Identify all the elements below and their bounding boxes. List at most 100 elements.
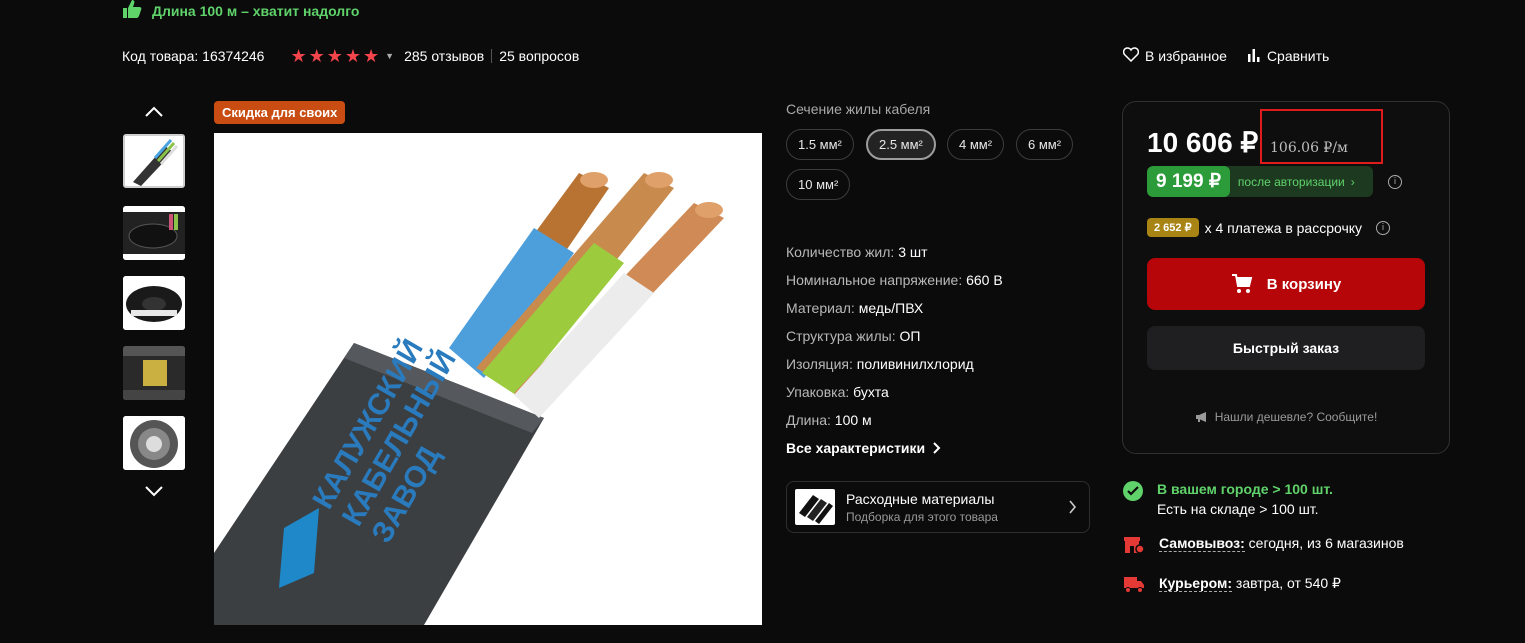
char-value: 3 шт bbox=[898, 244, 928, 260]
found-cheaper-label: Нашли дешевле? Сообщите! bbox=[1214, 410, 1378, 424]
consumables-title: Расходные материалы bbox=[846, 490, 995, 507]
main-price: 10 606 ₽ bbox=[1147, 127, 1259, 158]
product-actions: В избранное Сравнить bbox=[1122, 44, 1329, 68]
char-row: Структура жилы: ОП bbox=[786, 322, 1003, 350]
thumbnail-1[interactable] bbox=[123, 134, 185, 188]
stock-city: В вашем городе > 100 шт. bbox=[1157, 481, 1333, 497]
char-key: Длина: bbox=[786, 412, 831, 428]
characteristics-list: Количество жил: 3 шт Номинальное напряже… bbox=[786, 238, 1003, 434]
product-code: 16374246 bbox=[202, 48, 265, 64]
heart-icon bbox=[1122, 47, 1140, 65]
thumbs-up-arrow[interactable] bbox=[141, 102, 167, 122]
all-characteristics-link[interactable]: Все характеристики bbox=[786, 440, 941, 456]
char-value: бухта bbox=[853, 384, 889, 400]
installment-text: х 4 платежа в рассрочку bbox=[1204, 219, 1363, 236]
pickup-link[interactable]: Самовывоз: bbox=[1159, 535, 1245, 552]
consumables-card[interactable]: Расходные материалы Подборка для этого т… bbox=[786, 481, 1090, 533]
product-info-row: Код товара: 16374246 ★ ★ ★ ★ ★ ▼ 285 отз… bbox=[122, 44, 579, 68]
all-characteristics-label: Все характеристики bbox=[786, 440, 926, 456]
size-option-1-5[interactable]: 1.5 мм² bbox=[786, 129, 854, 160]
check-circle-icon bbox=[1123, 481, 1143, 501]
char-value: 100 м bbox=[834, 412, 872, 428]
thumbnail-2[interactable] bbox=[123, 206, 185, 260]
char-key: Структура жилы: bbox=[786, 328, 896, 344]
chevron-down-icon bbox=[145, 486, 163, 497]
cart-icon bbox=[1231, 274, 1253, 293]
truck-icon bbox=[1124, 577, 1144, 593]
questions-link[interactable]: 25 вопросов bbox=[499, 48, 579, 64]
compare-button[interactable]: Сравнить bbox=[1247, 48, 1329, 65]
char-row: Номинальное напряжение: 660 В bbox=[786, 266, 1003, 294]
star-icon: ★ bbox=[363, 46, 380, 66]
star-icon: ★ bbox=[326, 46, 343, 66]
rating-stars[interactable]: ★ ★ ★ ★ ★ bbox=[290, 47, 379, 65]
consumables-thumbnail bbox=[795, 489, 835, 525]
info-icon[interactable]: i bbox=[1388, 175, 1402, 189]
courier-link[interactable]: Курьером: bbox=[1159, 575, 1233, 592]
size-option-4[interactable]: 4 мм² bbox=[947, 129, 1005, 160]
size-option-6[interactable]: 6 мм² bbox=[1016, 129, 1074, 160]
info-icon[interactable]: i bbox=[1376, 220, 1391, 235]
pickup-info: Самовывоз: сегодня, из 6 магазинов bbox=[1123, 535, 1404, 555]
add-to-cart-button[interactable]: В корзину bbox=[1147, 258, 1425, 310]
favorite-label: В избранное bbox=[1145, 48, 1227, 64]
installment-row: 2 652 ₽ х 4 платежа в рассрочку i bbox=[1147, 218, 1391, 237]
char-row: Длина: 100 м bbox=[786, 406, 1003, 434]
thumbnail-5[interactable] bbox=[123, 416, 185, 470]
product-main-image[interactable]: КАЛУЖСКИЙ КАБЕЛЬНЫЙ ЗАВОД bbox=[214, 133, 762, 625]
thumbnail-4[interactable] bbox=[123, 346, 185, 400]
pickup-text: сегодня, из 6 магазинов bbox=[1248, 535, 1404, 551]
auth-price: 9 199 ₽ bbox=[1147, 166, 1230, 197]
thumbnail-3[interactable] bbox=[123, 276, 185, 330]
compare-icon bbox=[1247, 48, 1261, 65]
char-key: Количество жил: bbox=[786, 244, 895, 260]
length-banner: Длина 100 м – хватит надолго bbox=[122, 0, 359, 22]
size-option-2-5[interactable]: 2.5 мм² bbox=[866, 129, 936, 160]
char-value: поливинилхлорид bbox=[856, 356, 974, 372]
favorite-button[interactable]: В избранное bbox=[1122, 47, 1227, 65]
char-key: Изоляция: bbox=[786, 356, 853, 372]
star-icon: ★ bbox=[344, 46, 362, 66]
compare-label: Сравнить bbox=[1266, 48, 1330, 64]
star-icon: ★ bbox=[308, 46, 325, 66]
section-title: Сечение жилы кабеля bbox=[786, 101, 931, 117]
size-option-10[interactable]: 10 мм² bbox=[786, 169, 851, 200]
stock-info: В вашем городе > 100 шт. Есть на складе … bbox=[1123, 481, 1333, 517]
char-value: 660 В bbox=[966, 272, 1003, 288]
char-value: ОП bbox=[899, 328, 921, 344]
consumables-subtitle: Подборка для этого товара bbox=[846, 509, 998, 524]
char-value: медь/ПВХ bbox=[858, 300, 924, 316]
discount-badge: Скидка для своих bbox=[214, 101, 346, 124]
auth-label: после авторизации bbox=[1237, 174, 1345, 189]
courier-text: завтра, от 540 ₽ bbox=[1235, 575, 1341, 591]
banner-text: Длина 100 м – хватит надолго bbox=[152, 3, 360, 19]
chevron-right-icon bbox=[933, 442, 941, 454]
chevron-right-icon bbox=[1069, 500, 1077, 514]
courier-info: Курьером: завтра, от 540 ₽ bbox=[1123, 575, 1341, 593]
quick-order-button[interactable]: Быстрый заказ bbox=[1147, 326, 1425, 370]
thumbs-down-arrow[interactable] bbox=[141, 481, 167, 501]
char-row: Изоляция: поливинилхлорид bbox=[786, 350, 1003, 378]
char-key: Номинальное напряжение: bbox=[786, 272, 963, 288]
product-code-label: Код товара: bbox=[122, 48, 199, 64]
char-key: Упаковка: bbox=[786, 384, 850, 400]
char-row: Материал: медь/ПВХ bbox=[786, 294, 1003, 322]
divider bbox=[491, 49, 493, 63]
star-icon: ★ bbox=[290, 46, 307, 66]
megaphone-icon bbox=[1195, 412, 1206, 422]
stock-warehouse: Есть на складе > 100 шт. bbox=[1157, 501, 1319, 517]
auth-price-badge[interactable]: 9 199 ₽ после авторизации › bbox=[1147, 166, 1373, 197]
cart-label: В корзину bbox=[1266, 275, 1342, 293]
installment-amount: 2 652 ₽ bbox=[1147, 218, 1199, 237]
price-per-meter: 106.06 ₽/м bbox=[1270, 140, 1348, 156]
reviews-link[interactable]: 285 отзывов bbox=[404, 48, 484, 64]
char-key: Материал: bbox=[786, 300, 855, 316]
char-row: Упаковка: бухта bbox=[786, 378, 1003, 406]
thumbs-up-icon bbox=[122, 0, 142, 23]
caret-down-icon[interactable]: ▼ bbox=[385, 51, 394, 61]
chevron-right-icon: › bbox=[1350, 174, 1355, 189]
store-icon bbox=[1124, 537, 1145, 554]
char-row: Количество жил: 3 шт bbox=[786, 238, 1003, 266]
chevron-up-icon bbox=[145, 106, 163, 117]
found-cheaper-link[interactable]: Нашли дешевле? Сообщите! bbox=[1122, 410, 1450, 424]
